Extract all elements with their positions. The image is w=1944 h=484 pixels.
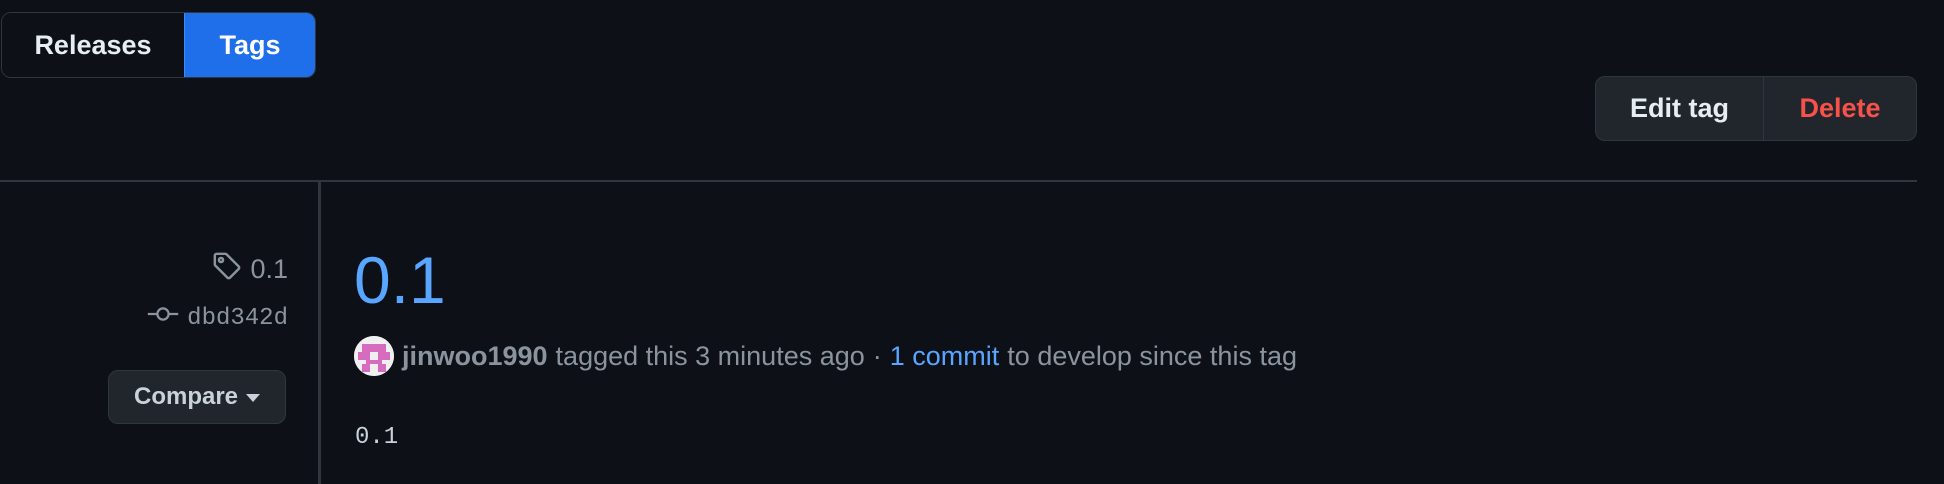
tagged-text: tagged this 3 minutes ago [555, 340, 865, 371]
commit-sha: dbd342d [187, 304, 288, 332]
release-page: Releases Tags Edit tag Delete 0.1 dbd342… [0, 0, 1944, 484]
compare-label: Compare [133, 383, 239, 410]
tags-tab[interactable]: Tags [184, 13, 315, 77]
tag-icon [212, 251, 242, 288]
caret-down-icon [246, 394, 261, 402]
releases-tab[interactable]: Releases [2, 13, 184, 77]
tag-ref[interactable]: 0.1 [200, 250, 288, 288]
releases-tags-toggle: Releases Tags [1, 12, 316, 78]
delete-button[interactable]: Delete [1764, 77, 1916, 140]
tag-name: 0.1 [250, 253, 288, 284]
author-link[interactable]: jinwoo1990 [402, 341, 548, 372]
header-divider [0, 180, 1917, 182]
release-body: 0.1 [355, 424, 399, 451]
git-commit-icon [147, 302, 179, 334]
release-title[interactable]: 0.1 [354, 240, 446, 320]
release-meta: jinwoo1990 tagged this 3 minutes ago · 1… [354, 334, 1297, 378]
compare-button[interactable]: Compare [108, 370, 286, 424]
timeline-divider [318, 182, 321, 484]
commits-link[interactable]: 1 commit [890, 341, 1000, 372]
identicon-avatar[interactable] [354, 336, 394, 376]
release-actions: Edit tag Delete [1595, 76, 1917, 141]
edit-tag-button[interactable]: Edit tag [1596, 77, 1764, 140]
commit-ref[interactable]: dbd342d [130, 300, 288, 336]
since-text: to develop since this tag [1007, 340, 1297, 371]
separator: · [872, 340, 882, 371]
